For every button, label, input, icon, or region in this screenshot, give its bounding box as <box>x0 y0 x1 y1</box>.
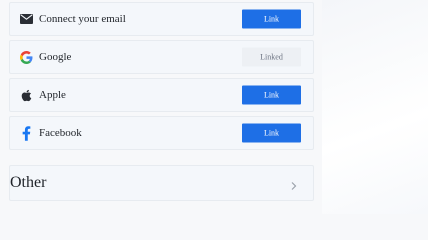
other-label: Other <box>10 174 47 191</box>
apple-label: Apple <box>39 89 66 101</box>
apple-icon <box>19 88 33 102</box>
background-panel <box>322 0 428 214</box>
facebook-label: Facebook <box>39 127 82 139</box>
chevron-right-icon <box>289 178 299 190</box>
other-row[interactable]: Other <box>9 165 314 201</box>
email-link-button[interactable]: Link <box>242 9 301 29</box>
apple-row: Apple Link <box>9 78 314 112</box>
google-row: Google Linked <box>9 40 314 74</box>
email-icon <box>19 12 33 26</box>
facebook-link-button[interactable]: Link <box>242 123 301 143</box>
apple-link-button[interactable]: Link <box>242 85 301 105</box>
facebook-row: Facebook Link <box>9 116 314 150</box>
email-label: Connect your email <box>39 13 126 25</box>
google-label: Google <box>39 51 72 63</box>
email-row: Connect your email Link <box>9 2 314 36</box>
google-linked-button[interactable]: Linked <box>242 47 301 67</box>
google-icon <box>19 50 33 64</box>
facebook-icon <box>19 125 33 141</box>
